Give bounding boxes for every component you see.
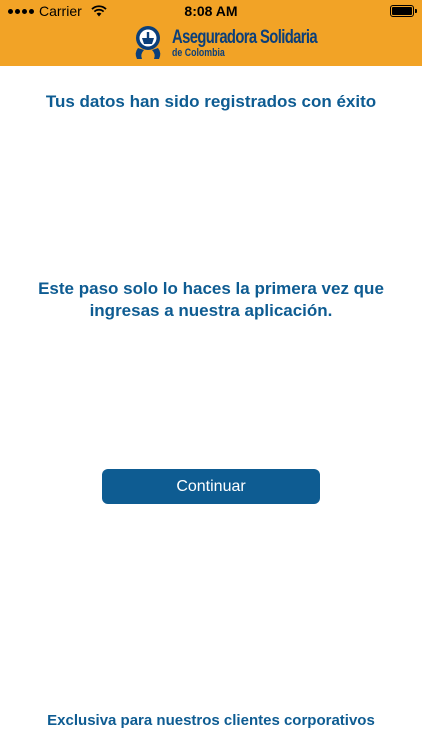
- logo-text: Aseguradora Solidaria de Colombia: [172, 28, 358, 59]
- company-logo: Aseguradora Solidaria de Colombia: [128, 22, 358, 64]
- battery-icon: [390, 5, 417, 17]
- brand-name: Aseguradora Solidaria: [172, 26, 318, 48]
- status-time: 8:08 AM: [184, 3, 238, 19]
- logo-mark-icon: [135, 26, 161, 59]
- continue-button[interactable]: Continuar: [102, 469, 320, 504]
- page-title: Tus datos han sido registrados con éxito: [45, 92, 377, 111]
- footer-note: Exclusiva para nuestros clientes corpora…: [47, 712, 375, 729]
- status-bar: Carrier 8:08 AM: [0, 0, 422, 22]
- info-message: Este paso solo lo haces la primera vez q…: [38, 279, 384, 320]
- brand-subtitle: de Colombia: [172, 46, 225, 59]
- app-header: Carrier 8:08 AM Aseguradora Solidaria de…: [0, 0, 422, 66]
